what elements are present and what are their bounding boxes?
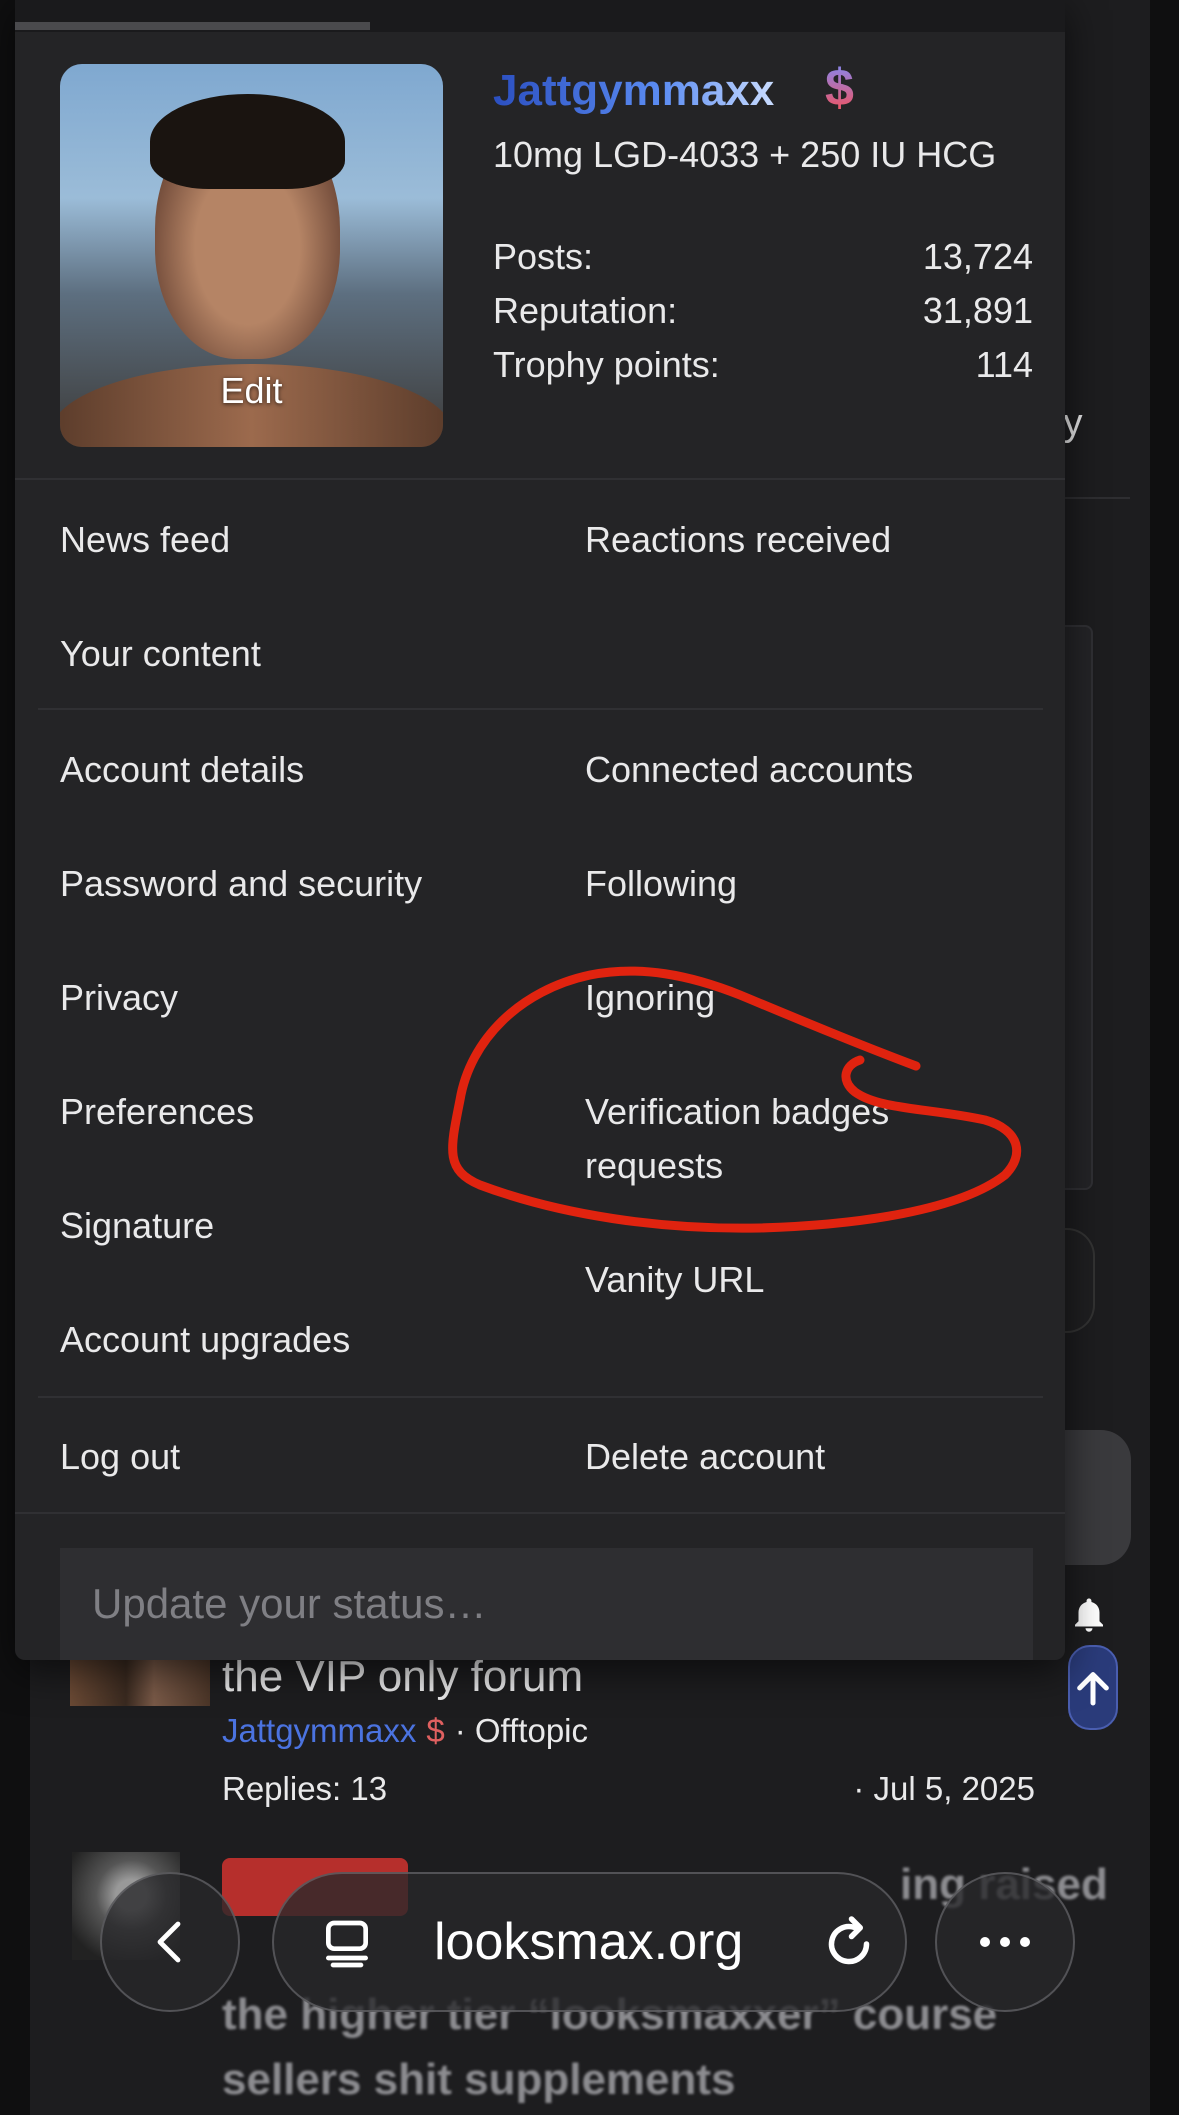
- menu-item-delete-account[interactable]: Delete account: [585, 1430, 825, 1484]
- menu-item-verification-badges-requests[interactable]: Verification badges requests: [585, 1085, 1005, 1193]
- thread-thumbnail: [70, 1660, 210, 1706]
- avatar-edit-label[interactable]: Edit: [60, 370, 443, 412]
- thread-date: · Jul 5, 2025: [853, 1770, 1035, 1807]
- stat-posts: Posts: 13,724: [493, 236, 1033, 278]
- menu-item-preferences[interactable]: Preferences: [60, 1085, 254, 1139]
- address-bar[interactable]: looksmax.org: [272, 1872, 907, 2012]
- thread-title-fragment: sellers shit supplements: [222, 2055, 736, 2104]
- menu-item-ignoring[interactable]: Ignoring: [585, 971, 715, 1025]
- stat-label: Posts:: [493, 236, 594, 277]
- status-input[interactable]: [60, 1548, 1033, 1660]
- dollar-icon: $: [426, 1712, 445, 1749]
- user-title: 10mg LGD-4033 + 250 IU HCG: [493, 134, 997, 175]
- stat-reputation: Reputation: 31,891: [493, 290, 1033, 332]
- back-button[interactable]: [100, 1872, 240, 2012]
- thread-replies: Replies: 13: [222, 1770, 388, 1807]
- thread-meta: Jattgymmaxx $ · Offtopic: [222, 1712, 588, 1750]
- thread-forum[interactable]: · Offtopic: [455, 1712, 588, 1749]
- more-button[interactable]: [935, 1872, 1075, 2012]
- thread-author[interactable]: Jattgymmaxx: [222, 1712, 416, 1749]
- page-progress: [15, 22, 370, 30]
- scroll-to-top-button[interactable]: [1068, 1645, 1118, 1730]
- background-divider: [1065, 497, 1130, 499]
- arrow-up-icon: [1077, 1671, 1109, 1705]
- menu-item-privacy[interactable]: Privacy: [60, 971, 178, 1025]
- stat-value[interactable]: 31,891: [923, 290, 1033, 332]
- menu-divider: [15, 1512, 1065, 1514]
- account-menu: Edit Jattgymmaxx $ 10mg LGD-4033 + 250 I…: [15, 0, 1065, 1660]
- stat-label: Reputation:: [493, 290, 678, 331]
- menu-item-reactions-received[interactable]: Reactions received: [585, 513, 891, 567]
- bell-icon[interactable]: [1068, 1595, 1110, 1637]
- menu-item-following[interactable]: Following: [585, 857, 737, 911]
- stat-value[interactable]: 13,724: [923, 236, 1033, 278]
- username[interactable]: Jattgymmaxx: [493, 66, 774, 116]
- reader-mode-icon[interactable]: [319, 1916, 375, 1972]
- menu-item-password-security[interactable]: Password and security: [60, 857, 422, 911]
- menu-item-news-feed[interactable]: News feed: [60, 513, 230, 567]
- stat-label: Trophy points:: [493, 344, 720, 385]
- menu-item-connected-accounts[interactable]: Connected accounts: [585, 743, 913, 797]
- stat-value[interactable]: 114: [976, 344, 1033, 386]
- stat-trophy-points: Trophy points: 114: [493, 344, 1033, 386]
- background-card: [1063, 625, 1093, 1190]
- back-chevron-icon: [157, 1921, 181, 1963]
- menu-item-log-out[interactable]: Log out: [60, 1430, 180, 1484]
- menu-divider: [38, 708, 1043, 710]
- menu-item-account-upgrades[interactable]: Account upgrades: [60, 1313, 350, 1367]
- background-button[interactable]: [1063, 1228, 1095, 1333]
- menu-divider: [38, 1396, 1043, 1398]
- dollar-icon: $: [825, 59, 854, 117]
- menu-divider: [15, 478, 1065, 480]
- menu-item-your-content[interactable]: Your content: [60, 627, 261, 681]
- url-text[interactable]: looksmax.org: [434, 1912, 743, 1972]
- more-icon: [980, 1937, 1030, 1947]
- avatar[interactable]: Edit: [60, 64, 443, 447]
- background-box: [1063, 1430, 1131, 1565]
- reload-icon[interactable]: [819, 1914, 879, 1974]
- avatar-hair: [150, 94, 345, 189]
- menu-top-bar: [15, 0, 1065, 32]
- menu-item-vanity-url[interactable]: Vanity URL: [585, 1253, 764, 1307]
- menu-item-account-details[interactable]: Account details: [60, 743, 304, 797]
- menu-item-signature[interactable]: Signature: [60, 1199, 214, 1253]
